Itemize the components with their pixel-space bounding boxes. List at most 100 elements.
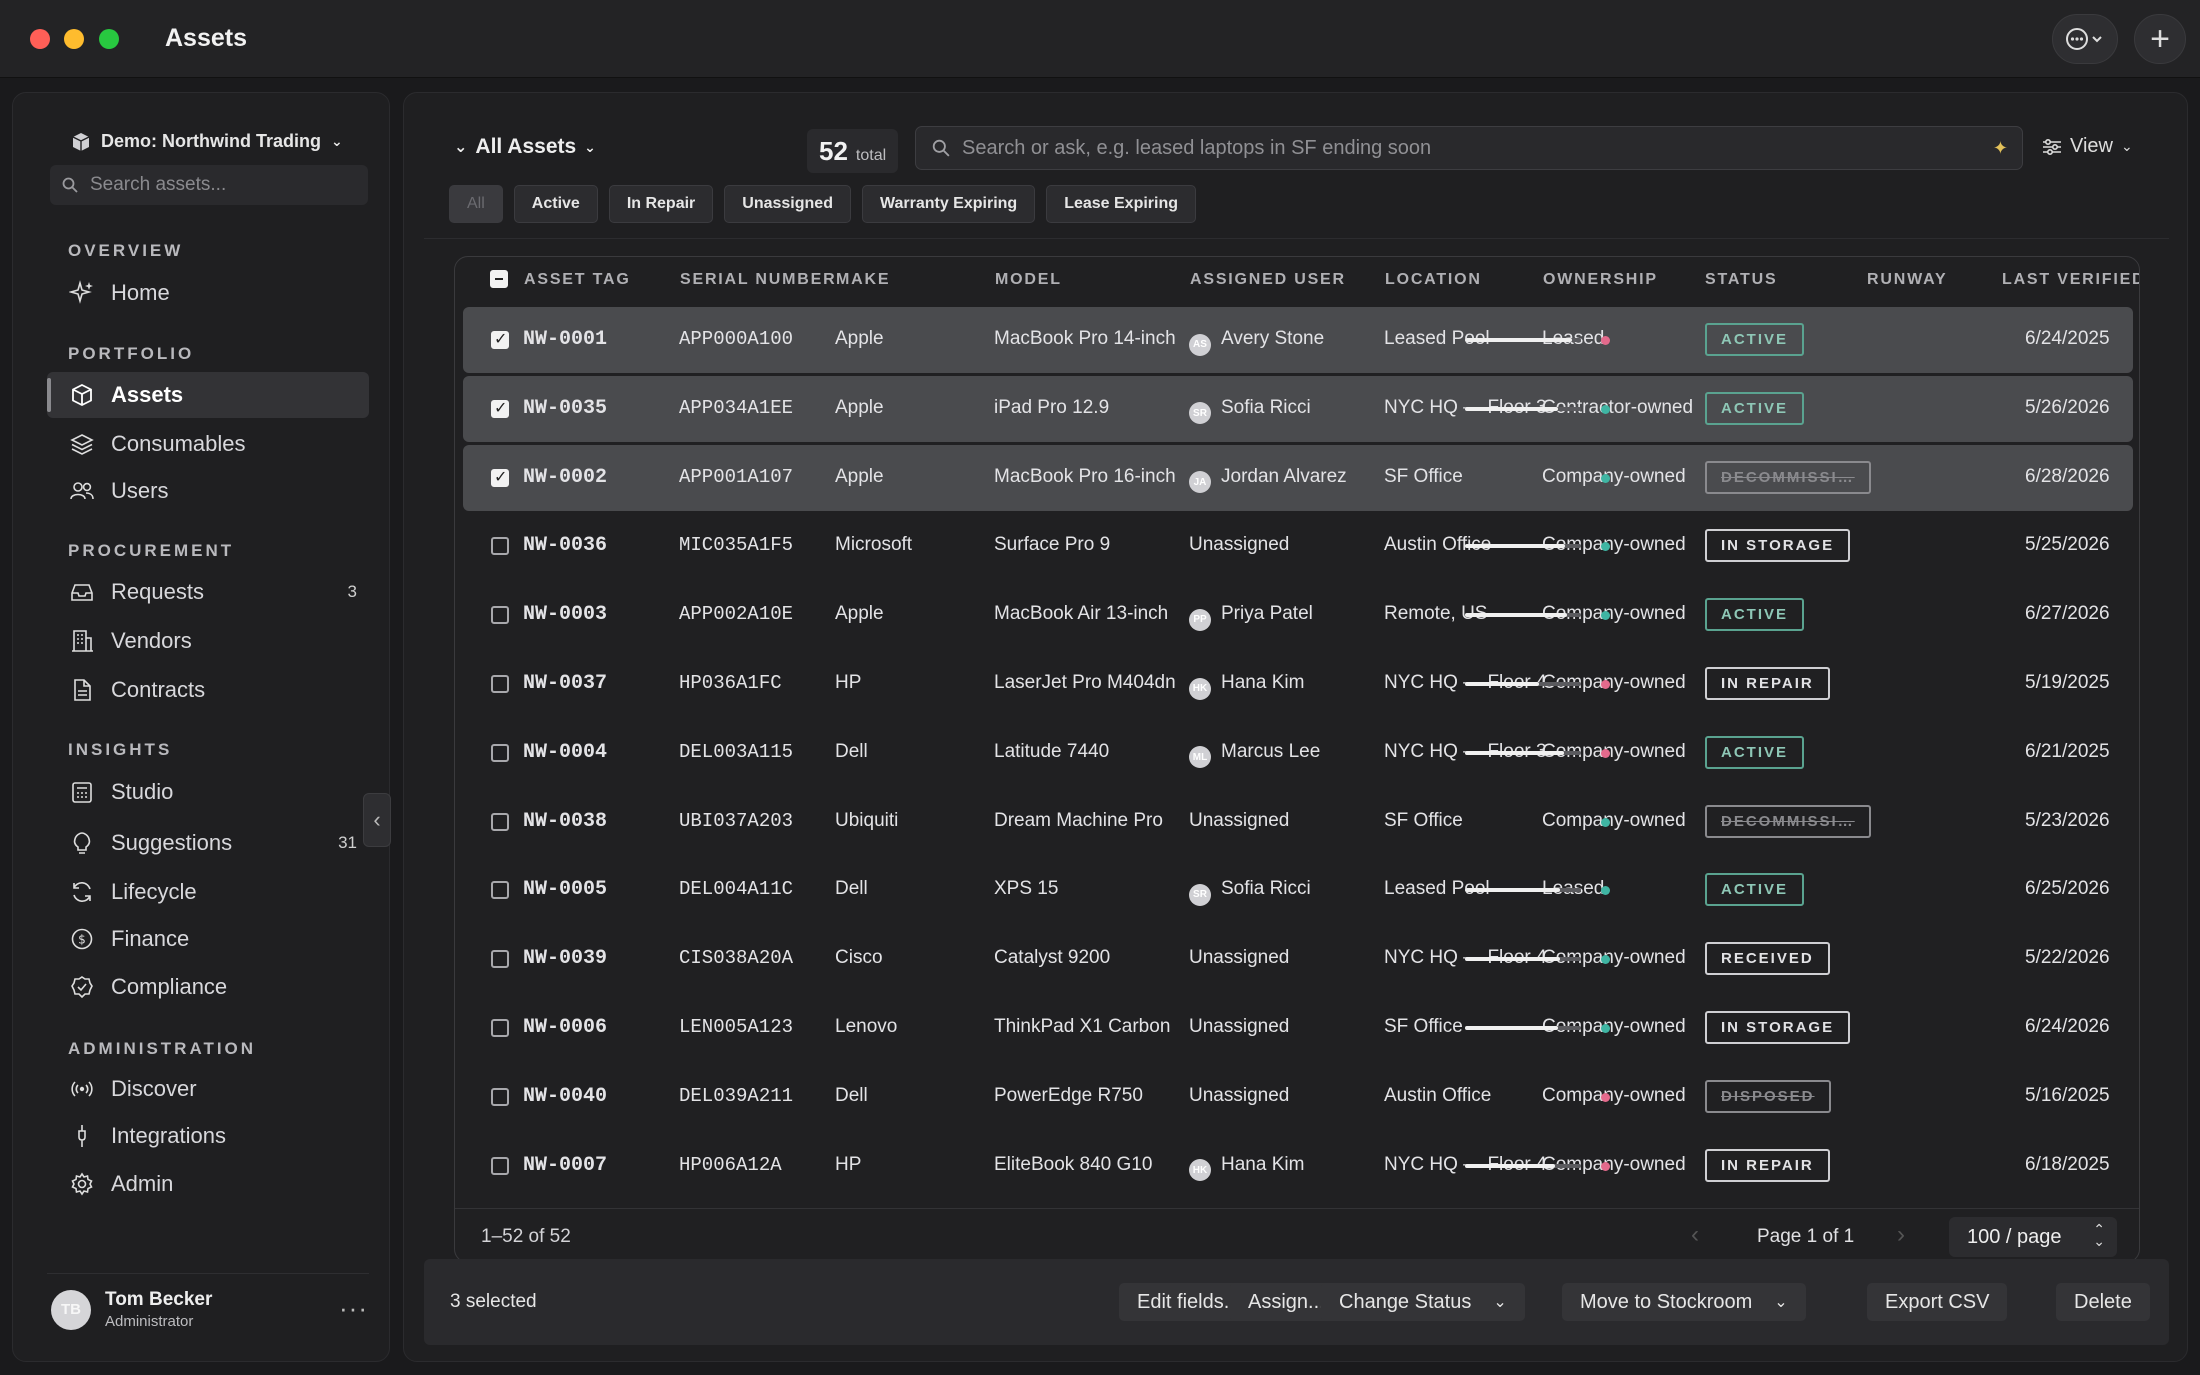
next-page-button[interactable]: › [1897, 1221, 1905, 1249]
col-ownership[interactable]: OWNERSHIP [1543, 271, 1658, 289]
search-input[interactable] [962, 136, 2022, 160]
row-checkbox[interactable] [491, 950, 509, 969]
sidebar-item-lifecycle[interactable]: Lifecycle [47, 869, 369, 915]
delete-button[interactable]: Delete [2056, 1283, 2150, 1321]
table-row[interactable]: NW-0002 APP001A107 Apple MacBook Pro 16-inc… [463, 444, 2133, 511]
sidebar-item-integrations[interactable]: Integrations [47, 1113, 369, 1159]
row-checkbox[interactable] [491, 1087, 509, 1106]
col-make[interactable]: MAKE [836, 271, 890, 289]
assigned-user: AS Avery Stone [1189, 328, 1324, 356]
total-count: 52 total [807, 129, 899, 173]
asset-tag[interactable]: NW-0040 [523, 1085, 607, 1108]
col-runway[interactable]: RUNWAY [1867, 271, 1947, 289]
sidebar-search-input[interactable]: Search assets... [50, 165, 368, 205]
serial-number: MIC035A1F5 [679, 534, 794, 557]
table-row[interactable]: NW-0001 APP000A100 Apple MacBook Pro 14-inc… [463, 307, 2133, 373]
filter-chip-warranty-expiring[interactable]: Warranty Expiring [861, 185, 1036, 223]
asset-tag[interactable]: NW-0005 [523, 878, 607, 901]
sidebar-item-discover[interactable]: Discover [47, 1066, 369, 1112]
asset-tag[interactable]: NW-0035 [523, 397, 607, 420]
table-row[interactable]: NW-0004 DEL003A115 Dell Latitude 7440 ML Marc… [463, 720, 2133, 786]
sidebar-item-assets[interactable]: Assets [47, 372, 369, 418]
status-badge: DECOMMISSI… [1705, 460, 1871, 494]
org-switcher[interactable]: Demo: Northwind Trading ⌄ [71, 131, 343, 152]
row-checkbox[interactable] [491, 467, 509, 487]
zoom-window-button[interactable] [99, 29, 119, 49]
user-menu-button[interactable]: ··· [339, 1293, 368, 1324]
minimize-window-button[interactable] [64, 29, 84, 49]
row-checkbox[interactable] [491, 1019, 509, 1037]
row-checkbox[interactable] [491, 743, 509, 762]
row-checkbox[interactable] [491, 812, 509, 831]
row-checkbox[interactable] [491, 675, 509, 693]
close-window-button[interactable] [30, 29, 50, 49]
per-page-select[interactable]: 100 / page ⌃ ⌄ [1949, 1217, 2117, 1257]
row-checkbox[interactable] [491, 398, 509, 418]
sidebar-item-requests[interactable]: Requests 3 [47, 569, 369, 615]
sidebar-item-suggestions[interactable]: Suggestions 31 [47, 820, 369, 866]
table-row[interactable]: NW-0038 UBI037A203 Ubiquiti Dream Machine P… [463, 789, 2133, 855]
move-to-stockroom-button[interactable]: Move to Stockroom ⌄ [1562, 1283, 1806, 1321]
asset-tag[interactable]: NW-0004 [523, 741, 607, 764]
filter-chip-all[interactable]: All [449, 185, 503, 223]
asset-tag[interactable]: NW-0002 [523, 466, 607, 489]
table-row[interactable]: NW-0006 LEN005A123 Lenovo ThinkPad X1 Carbo… [463, 995, 2133, 1061]
sidebar-item-users[interactable]: Users [47, 468, 369, 514]
col-last-verified[interactable]: LAST VERIFIED [2002, 271, 2139, 289]
sidebar-item-consumables[interactable]: Consumables [47, 421, 369, 467]
sidebar-item-home[interactable]: Home [47, 270, 369, 316]
table-row[interactable]: NW-0036 MIC035A1F5 Microsoft Surface Pro 9 U… [463, 513, 2133, 579]
collapse-sidebar-button[interactable]: ‹ [363, 793, 391, 847]
sidebar-item-vendors[interactable]: Vendors [47, 618, 369, 664]
asset-tag[interactable]: NW-0036 [523, 534, 607, 557]
col-model[interactable]: MODEL [995, 271, 1062, 289]
asset-tag[interactable]: NW-0006 [523, 1016, 607, 1039]
asset-tag[interactable]: NW-0003 [523, 603, 607, 626]
add-button[interactable]: + [2134, 14, 2186, 64]
filter-chip-unassigned[interactable]: Unassigned [724, 185, 851, 223]
table-row[interactable]: NW-0005 DEL004A11C Dell XPS 15 SR Sofia Ricci… [463, 857, 2133, 923]
asset-tag[interactable]: NW-0037 [523, 672, 607, 695]
select-all-checkbox[interactable] [490, 270, 508, 288]
more-menu-button[interactable] [2052, 14, 2118, 64]
table-row[interactable]: NW-0040 DEL039A211 Dell PowerEdge R750 Unass… [463, 1064, 2133, 1130]
export-csv-button[interactable]: Export CSV [1867, 1283, 2008, 1321]
sidebar-item-compliance[interactable]: Compliance [47, 964, 369, 1010]
row-checkbox[interactable] [491, 537, 509, 556]
filter-chip-in-repair[interactable]: In Repair [608, 185, 714, 223]
col-asset-tag[interactable]: ASSET TAG [524, 271, 631, 289]
row-checkbox[interactable] [491, 881, 509, 900]
verification-dot-icon [1601, 404, 1610, 414]
asset-tag[interactable]: NW-0001 [523, 328, 607, 351]
change-status-button[interactable]: Change Status ⌄ [1321, 1283, 1525, 1321]
table-row[interactable]: NW-0039 CIS038A20A Cisco Catalyst 9200 Unass… [463, 926, 2133, 992]
building-icon [72, 630, 93, 652]
table-row[interactable]: NW-0007 HP006A12A HP EliteBook 840 G10 HK Han… [463, 1133, 2133, 1199]
asset-tag[interactable]: NW-0007 [523, 1154, 607, 1177]
sidebar-item-admin[interactable]: Admin [47, 1161, 369, 1207]
row-checkbox[interactable] [491, 329, 509, 349]
view-selector[interactable]: ⌄ All Assets ⌄ [454, 135, 596, 159]
sidebar-item-finance[interactable]: $ Finance [47, 916, 369, 962]
asset-tag[interactable]: NW-0039 [523, 947, 607, 970]
table-row[interactable]: NW-0003 APP002A10E Apple MacBook Air 13-inc… [463, 582, 2133, 648]
col-serial-number[interactable]: SERIAL NUMBER [680, 271, 836, 289]
col-location[interactable]: LOCATION [1385, 271, 1482, 289]
col-assigned-user[interactable]: ASSIGNED USER [1190, 271, 1346, 289]
table-row[interactable]: NW-0035 APP034A1EE Apple iPad Pro 12.9 SR Sof… [463, 375, 2133, 442]
previous-page-button[interactable]: ‹ [1691, 1221, 1699, 1249]
avatar: TB [51, 1289, 91, 1330]
row-checkbox[interactable] [491, 606, 509, 625]
filter-chip-active[interactable]: Active [513, 185, 598, 223]
sidebar-item-studio[interactable]: Studio [47, 769, 369, 815]
user-profile[interactable]: TB Tom Becker Administrator [51, 1289, 212, 1330]
filter-chip-lease-expiring[interactable]: Lease Expiring [1046, 185, 1197, 223]
asset-tag[interactable]: NW-0038 [523, 810, 607, 833]
col-status[interactable]: STATUS [1705, 271, 1777, 289]
row-checkbox[interactable] [491, 1156, 509, 1175]
table-row[interactable]: NW-0037 HP036A1FC HP LaserJet Pro M404dn HK H… [463, 651, 2133, 717]
ai-sparkle-icon[interactable]: ✦ [1993, 138, 2008, 159]
make: Apple [835, 328, 884, 349]
view-options-button[interactable]: View ⌄ [2042, 135, 2133, 158]
sidebar-item-contracts[interactable]: Contracts [47, 667, 369, 713]
